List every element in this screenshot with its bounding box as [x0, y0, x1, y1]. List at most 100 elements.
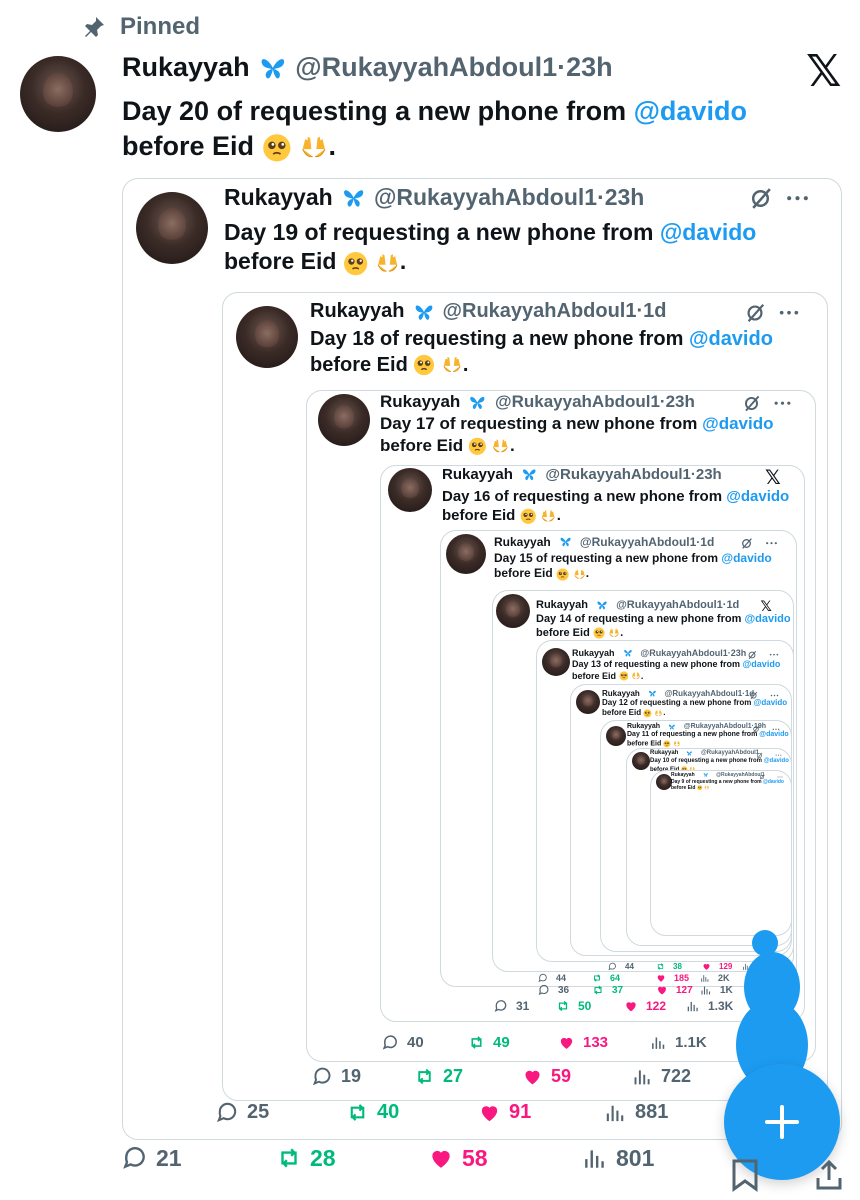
- reply-button[interactable]: 25: [216, 1101, 269, 1124]
- bookmark-icon[interactable]: [730, 1158, 760, 1192]
- like-button[interactable]: 129: [702, 962, 732, 971]
- views-button[interactable]: 1.1K: [650, 1034, 707, 1051]
- author-handle[interactable]: @RukayyahAbdoul1: [443, 300, 637, 323]
- more-icon[interactable]: [769, 653, 779, 656]
- more-icon[interactable]: [775, 754, 782, 757]
- author-name[interactable]: Rukayyah: [224, 184, 333, 211]
- more-icon[interactable]: [773, 400, 792, 406]
- repost-button[interactable]: 28: [276, 1145, 336, 1172]
- like-button[interactable]: 59: [522, 1066, 571, 1087]
- grok-icon[interactable]: [748, 186, 773, 211]
- author-name[interactable]: Rukayyah: [650, 750, 678, 756]
- mention-link[interactable]: @davido: [634, 96, 747, 126]
- like-button[interactable]: 185: [656, 973, 689, 983]
- author-name[interactable]: Rukayyah: [494, 535, 551, 549]
- author-handle[interactable]: @RukayyahAbdoul1: [684, 723, 752, 730]
- avatar[interactable]: [20, 56, 96, 132]
- share-icon[interactable]: [814, 1158, 844, 1192]
- more-icon[interactable]: [777, 776, 783, 778]
- post-time[interactable]: ·23h: [660, 392, 695, 412]
- avatar[interactable]: [496, 594, 530, 628]
- repost-button[interactable]: 27: [414, 1066, 463, 1087]
- repost-button[interactable]: 40: [346, 1101, 399, 1124]
- mention-link[interactable]: @davido: [721, 551, 771, 565]
- grok-icon[interactable]: [744, 302, 766, 324]
- post-time[interactable]: ·1d: [723, 599, 740, 611]
- avatar[interactable]: [656, 774, 672, 790]
- author-name[interactable]: Rukayyah: [380, 392, 460, 412]
- reply-button[interactable]: 19: [312, 1066, 361, 1087]
- more-icon[interactable]: [770, 694, 779, 697]
- x-logo-icon[interactable]: 𝕏: [765, 466, 781, 489]
- reply-button[interactable]: 21: [122, 1145, 182, 1172]
- repost-button[interactable]: 64: [592, 973, 620, 983]
- post-time[interactable]: ·23h: [691, 466, 722, 483]
- more-icon[interactable]: [785, 194, 810, 202]
- more-icon[interactable]: [778, 309, 800, 316]
- quoted-post-card[interactable]: [650, 770, 792, 936]
- author-handle[interactable]: @RukayyahAbdoul1: [640, 648, 727, 658]
- repost-button[interactable]: 49: [468, 1034, 510, 1051]
- author-name[interactable]: Rukayyah: [602, 689, 640, 698]
- reply-button[interactable]: 36: [538, 984, 569, 996]
- post-time[interactable]: ·1d: [696, 535, 714, 549]
- x-logo-icon[interactable]: 𝕏: [806, 46, 841, 97]
- avatar[interactable]: [446, 534, 486, 574]
- author-name[interactable]: Rukayyah: [310, 300, 405, 323]
- author-handle[interactable]: @RukayyahAbdoul1: [580, 535, 696, 549]
- post-time[interactable]: ·23h: [557, 52, 613, 83]
- repost-button[interactable]: 37: [592, 984, 623, 996]
- more-icon[interactable]: [765, 541, 778, 545]
- mention-link[interactable]: @davido: [689, 328, 773, 350]
- reply-button[interactable]: 44: [608, 962, 634, 971]
- author-name[interactable]: Rukayyah: [572, 648, 615, 658]
- avatar[interactable]: [576, 690, 600, 714]
- author-name[interactable]: Rukayyah: [122, 52, 250, 83]
- author-handle[interactable]: @RukayyahAbdoul1: [374, 184, 597, 211]
- avatar[interactable]: [388, 468, 432, 512]
- mention-link[interactable]: @davido: [764, 758, 789, 764]
- mention-link[interactable]: @davido: [660, 219, 757, 245]
- more-icon[interactable]: [772, 728, 780, 731]
- like-button[interactable]: 58: [428, 1145, 488, 1172]
- repost-button[interactable]: 38: [656, 962, 682, 971]
- mention-link[interactable]: @davido: [763, 779, 784, 785]
- like-button[interactable]: 133: [558, 1034, 608, 1051]
- like-button[interactable]: 122: [624, 999, 666, 1013]
- reply-button[interactable]: 40: [382, 1034, 424, 1051]
- avatar[interactable]: [236, 306, 298, 368]
- views-button[interactable]: 881: [604, 1101, 668, 1124]
- grok-icon[interactable]: [740, 537, 753, 550]
- author-name[interactable]: Rukayyah: [627, 723, 660, 730]
- like-button[interactable]: 127: [656, 984, 693, 996]
- author-name[interactable]: Rukayyah: [442, 466, 513, 483]
- mention-link[interactable]: @davido: [754, 698, 788, 707]
- mention-link[interactable]: @davido: [759, 731, 788, 738]
- author-handle[interactable]: @RukayyahAbdoul1: [716, 772, 765, 778]
- post-time[interactable]: ·1d: [636, 300, 666, 323]
- post-time[interactable]: ·23h: [728, 648, 747, 658]
- post-time[interactable]: ·23h: [597, 184, 644, 211]
- avatar[interactable]: [542, 648, 570, 676]
- author-handle[interactable]: @RukayyahAbdoul1: [495, 392, 660, 412]
- reply-button[interactable]: 31: [494, 999, 529, 1013]
- avatar[interactable]: [136, 192, 208, 264]
- author-handle[interactable]: @RukayyahAbdoul1: [295, 52, 557, 83]
- views-button[interactable]: 2K: [700, 973, 730, 983]
- author-name[interactable]: Rukayyah: [536, 599, 588, 611]
- avatar[interactable]: [318, 394, 370, 446]
- author-name[interactable]: Rukayyah: [671, 772, 695, 778]
- author-handle[interactable]: @RukayyahAbdoul1: [616, 599, 723, 611]
- like-button[interactable]: 91: [478, 1101, 531, 1124]
- mention-link[interactable]: @davido: [744, 613, 790, 625]
- mention-link[interactable]: @davido: [702, 414, 773, 433]
- reply-button[interactable]: 44: [538, 973, 566, 983]
- author-handle[interactable]: @RukayyahAbdoul1: [545, 466, 691, 483]
- mention-link[interactable]: @davido: [743, 659, 781, 669]
- views-button[interactable]: 1.3K: [686, 999, 733, 1013]
- views-button[interactable]: 1K: [700, 984, 733, 996]
- views-button[interactable]: 801: [582, 1145, 654, 1172]
- repost-button[interactable]: 50: [556, 999, 591, 1013]
- author-handle[interactable]: @RukayyahAbdoul1: [665, 689, 743, 698]
- views-button[interactable]: 722: [632, 1066, 691, 1087]
